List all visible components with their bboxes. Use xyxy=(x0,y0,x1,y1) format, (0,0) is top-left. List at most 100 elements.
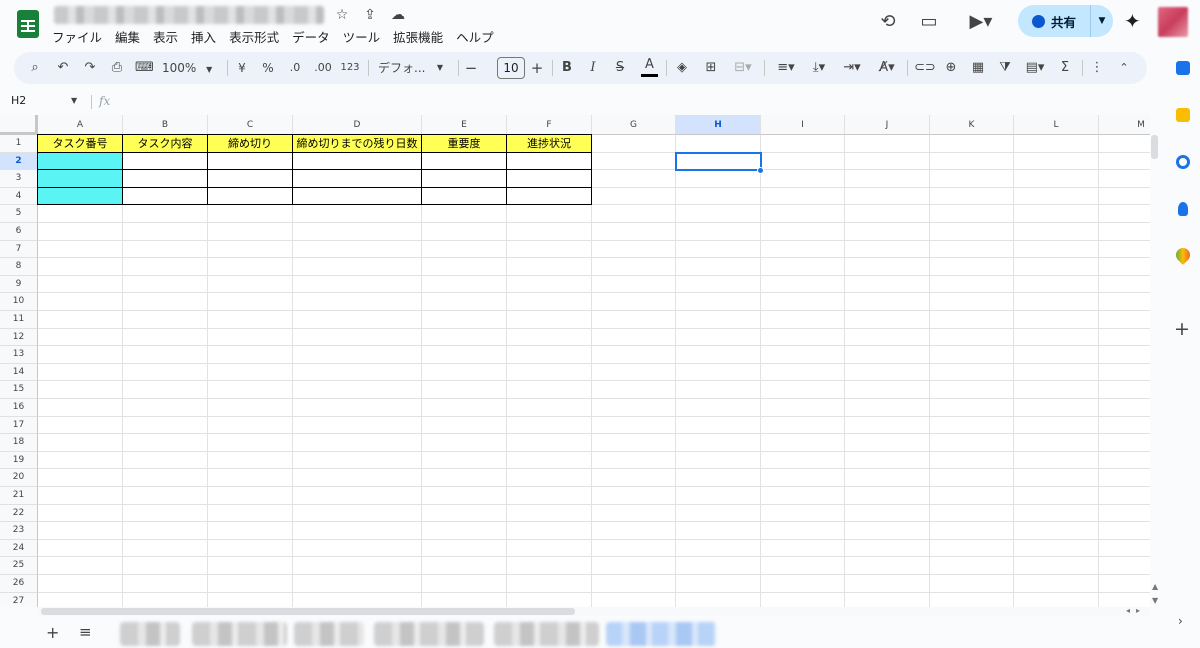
column-header[interactable]: A xyxy=(38,115,123,135)
show-side-panel-chevron-icon[interactable]: › xyxy=(1178,614,1183,628)
data-cell[interactable] xyxy=(207,169,293,188)
header-cell[interactable]: 締め切り xyxy=(207,134,293,153)
row-header[interactable]: 26 xyxy=(0,575,38,593)
vertical-scrollbar-thumb[interactable] xyxy=(1151,135,1158,159)
data-cell[interactable] xyxy=(506,186,592,206)
cloud-status-icon[interactable]: ☁ xyxy=(389,7,407,23)
sheet-tab[interactable] xyxy=(192,622,287,646)
more-options-icon[interactable]: ⋮ xyxy=(1090,52,1104,84)
add-addon-plus-icon[interactable]: + xyxy=(1174,318,1190,340)
row-header[interactable]: 6 xyxy=(0,223,38,241)
header-cell[interactable]: 重要度 xyxy=(421,134,507,153)
strikethrough-button[interactable]: S xyxy=(612,52,628,84)
column-header[interactable]: E xyxy=(422,115,507,135)
sheet-tab[interactable] xyxy=(494,622,599,646)
share-dropdown-chevron-icon[interactable]: ▼ xyxy=(1090,5,1113,37)
row-header[interactable]: 18 xyxy=(0,434,38,452)
header-cell[interactable]: タスク番号 xyxy=(37,134,123,153)
vertical-scroll-arrows-icon[interactable]: ▲ ▼ xyxy=(1152,580,1158,608)
row-header[interactable]: 2 xyxy=(0,152,38,171)
filter-views-icon[interactable]: ▤▾ xyxy=(1020,52,1050,84)
undo-icon[interactable]: ↶ xyxy=(54,52,72,84)
task-number-cell[interactable] xyxy=(37,186,123,206)
sheet-tab-active[interactable] xyxy=(606,622,716,646)
data-cell[interactable] xyxy=(292,186,422,206)
spreadsheet-grid[interactable]: 1 2 3 4 5 6 7 8 9 10 11 12 13 14 15 16 17 18 19 20 21 22 23 24 2… xyxy=(0,115,1150,607)
keep-notes-icon[interactable] xyxy=(1176,108,1190,122)
column-header[interactable]: I xyxy=(761,115,845,135)
row-header[interactable]: 7 xyxy=(0,240,38,259)
column-header[interactable]: K xyxy=(930,115,1014,135)
data-cell[interactable] xyxy=(421,151,507,171)
sheet-tab[interactable] xyxy=(294,622,364,646)
menu-insert[interactable]: 挿入 xyxy=(191,26,222,46)
meet-video-icon[interactable]: ▶▾ xyxy=(962,8,1000,36)
name-box-chevron-down-icon[interactable]: ▼ xyxy=(71,96,77,105)
name-box[interactable]: H2 xyxy=(11,94,26,107)
merge-cells-icon[interactable]: ⊟▾ xyxy=(728,52,758,84)
select-all-corner[interactable] xyxy=(0,115,38,135)
paint-format-icon[interactable]: ⌨ xyxy=(135,52,154,84)
print-icon[interactable]: ⎙ xyxy=(108,52,126,84)
row-header[interactable]: 17 xyxy=(0,416,38,435)
row-header[interactable]: 27 xyxy=(0,592,38,607)
star-icon[interactable]: ☆ xyxy=(333,7,351,23)
menu-extensions[interactable]: 拡張機能 xyxy=(393,26,449,46)
row-header[interactable]: 21 xyxy=(0,487,38,505)
text-rotation-icon[interactable]: A̸▾ xyxy=(872,52,902,84)
move-folder-icon[interactable]: ⇪ xyxy=(361,7,379,23)
row-header[interactable]: 11 xyxy=(0,311,38,329)
menu-format[interactable]: 表示形式 xyxy=(229,26,285,46)
row-header[interactable]: 9 xyxy=(0,275,38,294)
column-header[interactable]: M xyxy=(1099,115,1150,135)
column-header[interactable]: J xyxy=(845,115,930,135)
row-header[interactable]: 24 xyxy=(0,539,38,558)
functions-button[interactable]: Σ xyxy=(1057,52,1073,84)
row-header[interactable]: 22 xyxy=(0,504,38,523)
header-cell[interactable]: 締め切りまでの残り日数 xyxy=(292,134,422,153)
active-cell-selection[interactable] xyxy=(675,151,762,172)
menu-file[interactable]: ファイル xyxy=(52,26,108,46)
menu-tools[interactable]: ツール xyxy=(343,26,387,46)
row-header[interactable]: 20 xyxy=(0,469,38,487)
collapse-menu-chevron-up-icon[interactable]: ⌃ xyxy=(1115,52,1133,84)
row-header[interactable]: 1 xyxy=(0,135,38,153)
borders-icon[interactable]: ⊞ xyxy=(702,52,720,84)
font-size-input[interactable]: 10 xyxy=(497,57,525,79)
italic-button[interactable]: I xyxy=(585,52,601,84)
column-header[interactable]: L xyxy=(1014,115,1099,135)
row-header[interactable]: 14 xyxy=(0,363,38,382)
comments-icon[interactable]: ▭ xyxy=(915,8,943,36)
share-button[interactable]: 共有 ▼ xyxy=(1018,5,1113,37)
horizontal-scroll-arrows-icon[interactable]: ◂▸ xyxy=(1126,606,1146,615)
menu-edit[interactable]: 編集 xyxy=(115,26,146,46)
menu-data[interactable]: データ xyxy=(292,26,336,46)
task-number-cell[interactable] xyxy=(37,151,123,171)
bold-button[interactable]: B xyxy=(559,52,575,84)
row-header[interactable]: 3 xyxy=(0,170,38,188)
fill-color-icon[interactable]: ◈ xyxy=(673,52,691,84)
account-avatar[interactable] xyxy=(1158,7,1188,37)
percent-format-button[interactable]: % xyxy=(260,52,276,84)
data-cell[interactable] xyxy=(292,151,422,171)
sheet-tab[interactable] xyxy=(374,622,484,646)
row-header[interactable]: 15 xyxy=(0,381,38,399)
menu-help[interactable]: ヘルプ xyxy=(456,26,500,46)
column-header[interactable]: F xyxy=(507,115,592,135)
document-title[interactable] xyxy=(54,6,324,24)
data-cell[interactable] xyxy=(506,151,592,171)
header-cell[interactable]: 進捗状況 xyxy=(506,134,592,153)
text-wrapping-icon[interactable]: ⇥▾ xyxy=(837,52,867,84)
data-cell[interactable] xyxy=(292,169,422,188)
row-header[interactable]: 8 xyxy=(0,258,38,276)
row-header[interactable]: 25 xyxy=(0,557,38,575)
maps-pin-icon[interactable] xyxy=(1173,245,1193,265)
data-cell[interactable] xyxy=(207,151,293,171)
data-cell[interactable] xyxy=(207,186,293,206)
row-header[interactable]: 13 xyxy=(0,346,38,364)
menu-view[interactable]: 表示 xyxy=(153,26,184,46)
share-main[interactable]: 共有 xyxy=(1018,5,1088,37)
all-sheets-menu-icon[interactable]: ≡ xyxy=(79,623,92,641)
data-cell[interactable] xyxy=(506,169,592,188)
calendar-icon[interactable] xyxy=(1176,61,1190,75)
